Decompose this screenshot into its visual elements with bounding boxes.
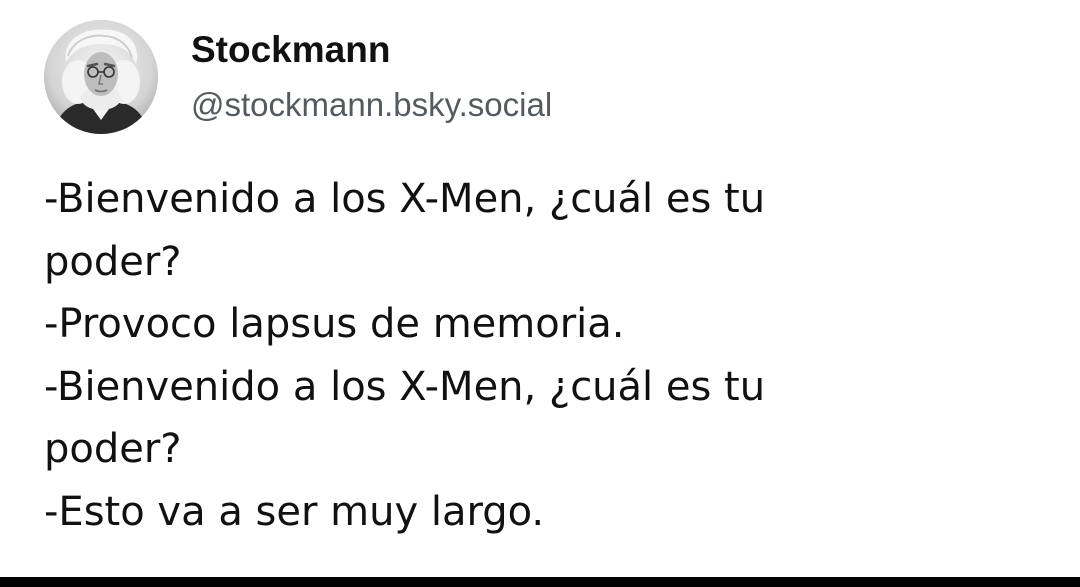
post-text-line: poder?: [44, 426, 182, 472]
author-handle[interactable]: @stockmann.bsky.social: [191, 84, 552, 126]
post-text-line: -Provoco lapsus de memoria.: [44, 301, 625, 347]
bottom-edge-bar: [0, 577, 1080, 587]
author-display-name[interactable]: Stockmann: [191, 28, 390, 72]
portrait-photo-icon: [44, 20, 158, 134]
avatar[interactable]: [44, 20, 158, 134]
post-text: -Bienvenido a los X-Men, ¿cuál es tu pod…: [44, 168, 1044, 543]
post-text-line: -Bienvenido a los X-Men, ¿cuál es tu: [44, 363, 766, 410]
post-text-line: -Esto va a ser muy largo.: [44, 488, 545, 535]
post-text-line: -Bienvenido a los X-Men, ¿cuál es tu: [44, 176, 766, 222]
post-text-line: poder?: [44, 238, 182, 285]
post-card: Stockmann @stockmann.bsky.social -Bienve…: [0, 0, 1080, 577]
